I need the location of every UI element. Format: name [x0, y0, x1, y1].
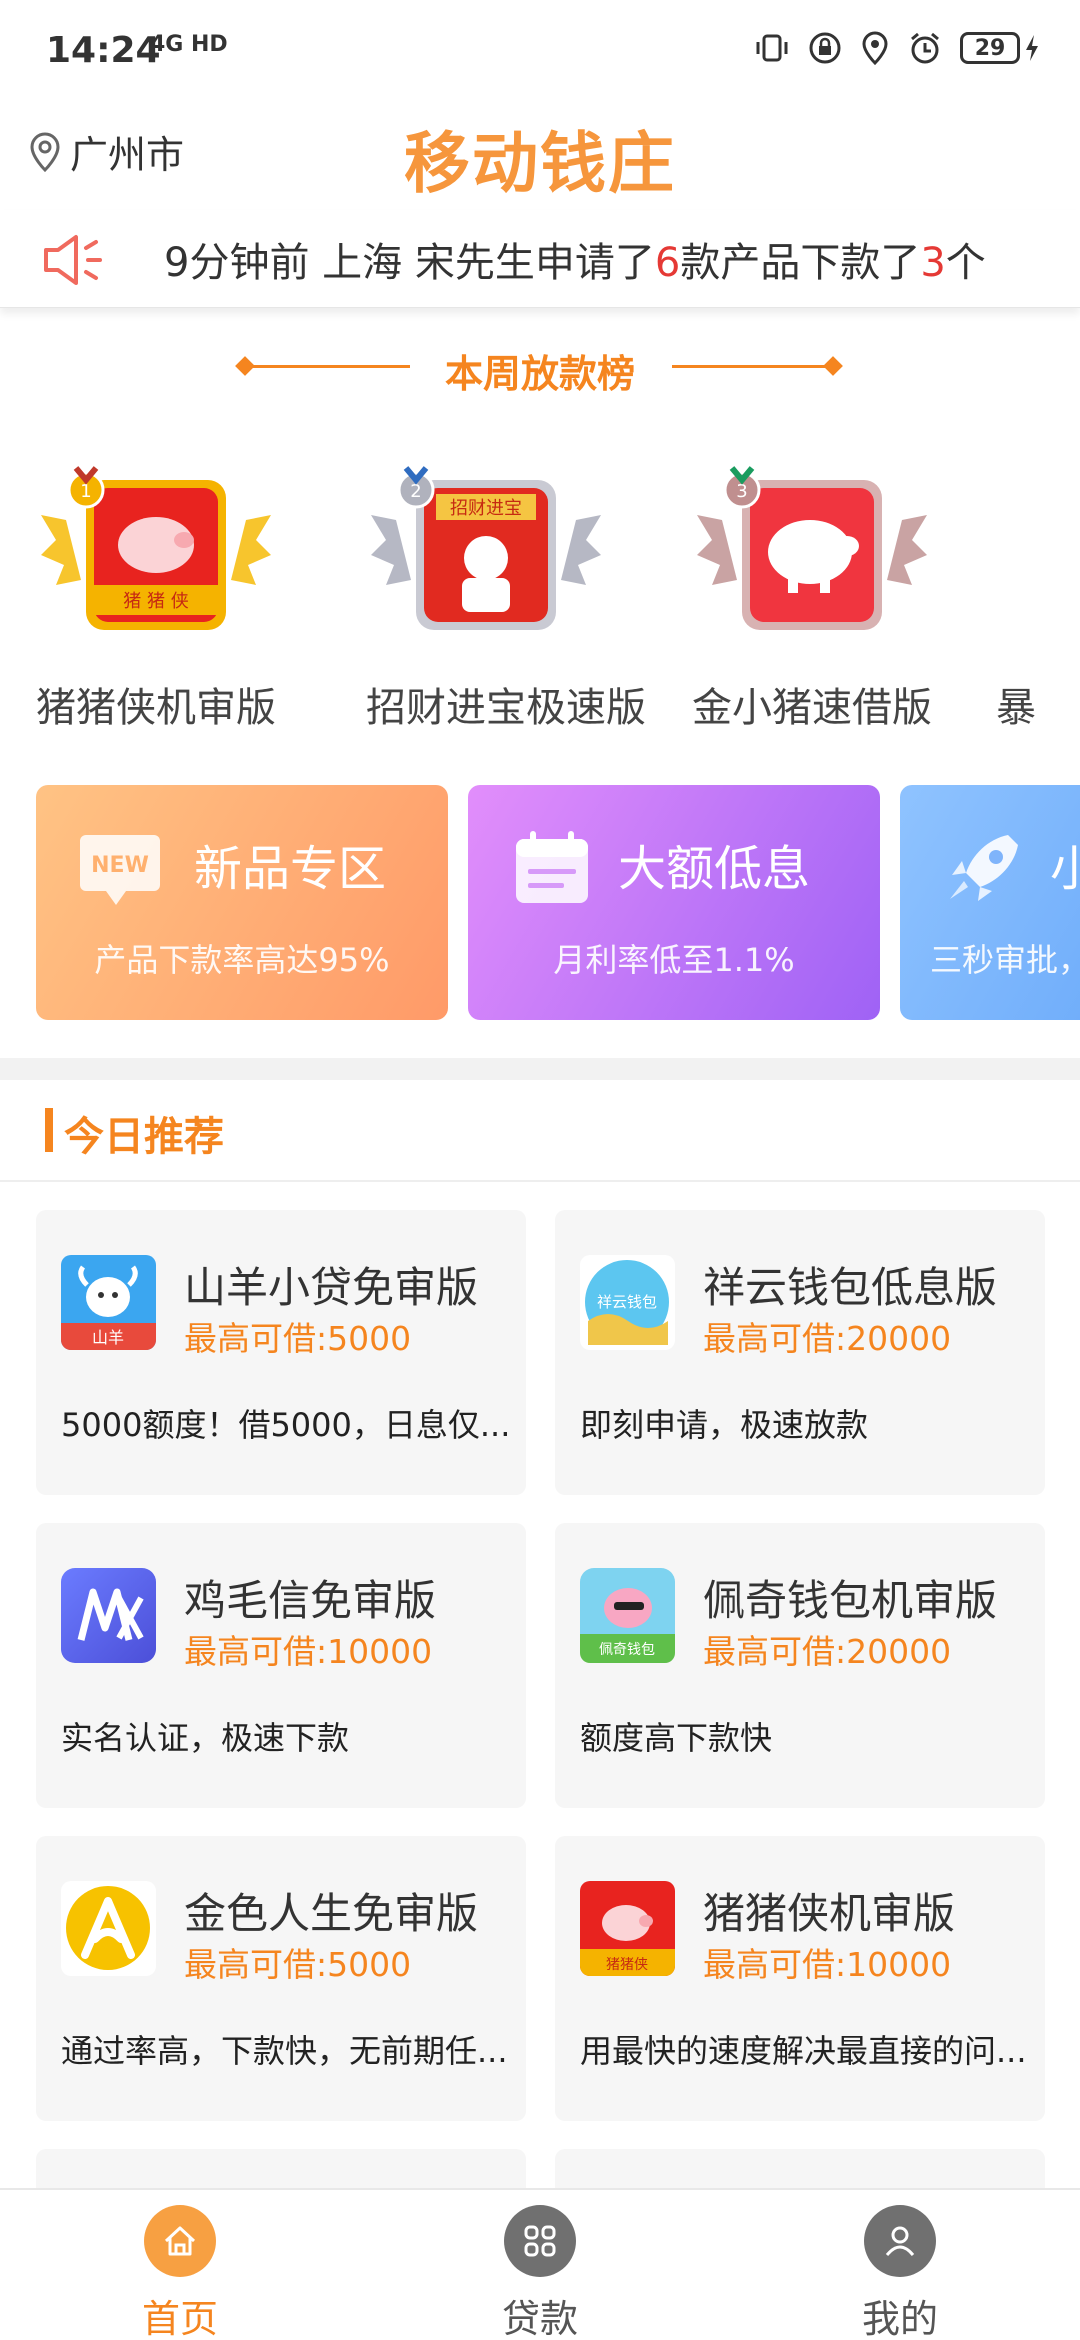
gold-medal-pig-logo: 猪 猪 侠 1	[41, 466, 271, 630]
product-description: 5000额度！借5000，日息仅...	[61, 1406, 511, 1444]
cloud-logo-text: 祥云钱包	[597, 1293, 657, 1311]
ranking-item-name: 招财进宝极速版	[366, 685, 646, 731]
goat-logo-text: 山羊	[92, 1328, 124, 1347]
promo-subtitle: 三秒审批，	[930, 941, 1080, 979]
ranking-title: 本周放款榜	[444, 352, 635, 396]
promo-title: 小	[1050, 841, 1080, 897]
ranking-logo-text: 猪 猪 侠	[123, 591, 188, 612]
status-icons: 29	[754, 30, 1040, 66]
ranking-item-name: 暴	[996, 685, 1036, 731]
silver-medal-fortune-logo: 招财进宝 2	[371, 466, 601, 630]
promo-subtitle: 月利率低至1.1%	[553, 941, 795, 979]
bronze-medal-pig-logo: 3	[697, 466, 927, 630]
golden-logo	[61, 1881, 156, 1976]
status-bar: 14:24 4G HD 29	[0, 0, 1080, 110]
notice-middle: 款产品下款了	[680, 240, 921, 286]
charging-icon	[1026, 35, 1038, 61]
product-card[interactable]: 鸡毛信免审版 最高可借:10000 实名认证，极速下款	[36, 1523, 526, 1808]
ranking-item-name: 金小猪速借版	[692, 685, 932, 731]
product-max-amount: 最高可借:5000	[184, 1319, 412, 1358]
notice-apply-count: 6	[654, 240, 681, 286]
status-time: 14:24	[46, 30, 161, 71]
vibrate-icon	[756, 34, 788, 62]
product-max-amount: 最高可借:10000	[184, 1632, 433, 1671]
notice-suffix: 个	[945, 240, 986, 286]
product-description: 用最快的速度解决最直接的问...	[580, 2032, 1027, 2070]
network-indicator: 4G HD	[150, 32, 228, 57]
user-icon	[864, 2205, 936, 2277]
new-badge-icon: NEW	[80, 835, 160, 905]
location-status-icon	[862, 31, 888, 65]
product-card[interactable]: 猪猪侠 猪猪侠机审版 最高可借:10000 用最快的速度解决最直接的问...	[555, 1836, 1045, 2121]
battery-level: 29	[960, 32, 1020, 64]
product-card[interactable]	[36, 2149, 526, 2188]
product-description: 通过率高，下款快，无前期任...	[61, 2032, 508, 2070]
product-card[interactable]: 佩奇钱包 佩奇钱包机审版 最高可借:20000 额度高下款快	[555, 1523, 1045, 1808]
product-max-amount: 最高可借:20000	[703, 1632, 952, 1671]
product-description: 额度高下款快	[580, 1719, 773, 1757]
ranking-logo-text: 招财进宝	[450, 498, 522, 519]
notice-loan-count: 3	[920, 240, 946, 286]
nav-loan-label: 贷款	[501, 2297, 578, 2340]
battery-indicator: 29	[960, 32, 1040, 64]
section-marker	[45, 1108, 53, 1152]
promo-subtitle: 产品下款率高达95%	[94, 941, 390, 979]
pig-logo: 猪猪侠	[580, 1881, 675, 1976]
nav-loan[interactable]: 贷款	[440, 2190, 640, 2340]
peppa-logo-text: 佩奇钱包	[599, 1641, 655, 1658]
nav-home[interactable]: 首页	[80, 2190, 280, 2340]
ranking-list: 猪 猪 侠 1 猪猪侠机审版 招财进宝 2 招财进宝极速版 3 金小猪速借版 暴	[0, 460, 1080, 740]
product-description: 即刻申请，极速放款	[580, 1406, 869, 1444]
app-title: 移动钱庄	[404, 125, 676, 202]
divider-line	[672, 365, 837, 368]
nav-mine[interactable]: 我的	[800, 2190, 1000, 2340]
product-max-amount: 最高可借:20000	[703, 1319, 952, 1358]
today-recommend-title: 今日推荐	[64, 1114, 224, 1160]
promo-title: 新品专区	[194, 841, 387, 897]
product-card[interactable]: 金色人生免审版 最高可借:5000 通过率高，下款快，无前期任...	[36, 1836, 526, 2121]
product-card[interactable]: 山羊 山羊小贷免审版 最高可借:5000 5000额度！借5000，日息仅...	[36, 1210, 526, 1495]
notice-prefix: 9分钟前 上海 宋先生申请了	[164, 240, 655, 286]
jmx-logo	[61, 1568, 156, 1663]
product-name: 鸡毛信免审版	[184, 1576, 437, 1625]
product-card[interactable]: 祥云钱包 祥云钱包低息版 最高可借:20000 即刻申请，极速放款	[555, 1210, 1045, 1495]
announcement-bar: 9分钟前 上海 宋先生申请了6款产品下款了3个	[0, 210, 1080, 308]
ranking-item-name: 猪猪侠机审版	[36, 685, 276, 731]
goat-logo: 山羊	[61, 1255, 156, 1350]
product-max-amount: 最高可借:10000	[703, 1945, 952, 1984]
lock-rotation-icon	[809, 32, 841, 64]
promo-cards: NEW 新品专区 产品下款率高达95% 大额低息 月利率低至1.1% 小 三秒审…	[0, 785, 1080, 1020]
product-max-amount: 最高可借:5000	[184, 1945, 412, 1984]
home-icon	[144, 2205, 216, 2277]
promo-large-low-interest[interactable]: 大额低息 月利率低至1.1%	[468, 785, 880, 1020]
product-grid: 山羊 山羊小贷免审版 最高可借:5000 5000额度！借5000，日息仅...…	[0, 1182, 1080, 2188]
section-divider	[0, 1058, 1080, 1080]
peppa-logo: 佩奇钱包	[580, 1568, 675, 1663]
announcement-text: 9分钟前 上海 宋先生申请了6款产品下款了3个	[164, 230, 986, 288]
ranking-header: 本周放款榜	[0, 335, 1080, 396]
pig-logo-text: 猪猪侠	[606, 1957, 648, 1973]
new-badge-text: NEW	[91, 853, 149, 878]
promo-new-products[interactable]: NEW 新品专区 产品下款率高达95%	[36, 785, 448, 1020]
grid-icon	[504, 2205, 576, 2277]
promo-fast-approval[interactable]: 小 三秒审批，	[900, 785, 1080, 1020]
nav-mine-label: 我的	[861, 2297, 938, 2340]
nav-home-label: 首页	[141, 2297, 218, 2340]
product-name: 金色人生免审版	[184, 1889, 479, 1938]
calendar-icon	[516, 831, 588, 903]
product-name: 猪猪侠机审版	[703, 1889, 956, 1938]
product-name: 山羊小贷免审版	[184, 1263, 479, 1312]
product-name: 祥云钱包低息版	[703, 1263, 998, 1312]
cloud-logo: 祥云钱包	[580, 1255, 675, 1350]
speaker-icon	[44, 235, 102, 285]
bottom-nav: 首页 贷款 我的	[0, 2188, 1080, 2340]
today-recommend-header: 今日推荐	[0, 1080, 1080, 1182]
product-description: 实名认证，极速下款	[61, 1719, 350, 1757]
product-card[interactable]	[555, 2149, 1045, 2188]
app-header: 广州市 移动钱庄	[0, 110, 1080, 210]
promo-title: 大额低息	[618, 841, 811, 897]
product-name: 佩奇钱包机审版	[703, 1576, 998, 1625]
rocket-icon	[950, 835, 1018, 901]
alarm-icon	[911, 32, 939, 64]
